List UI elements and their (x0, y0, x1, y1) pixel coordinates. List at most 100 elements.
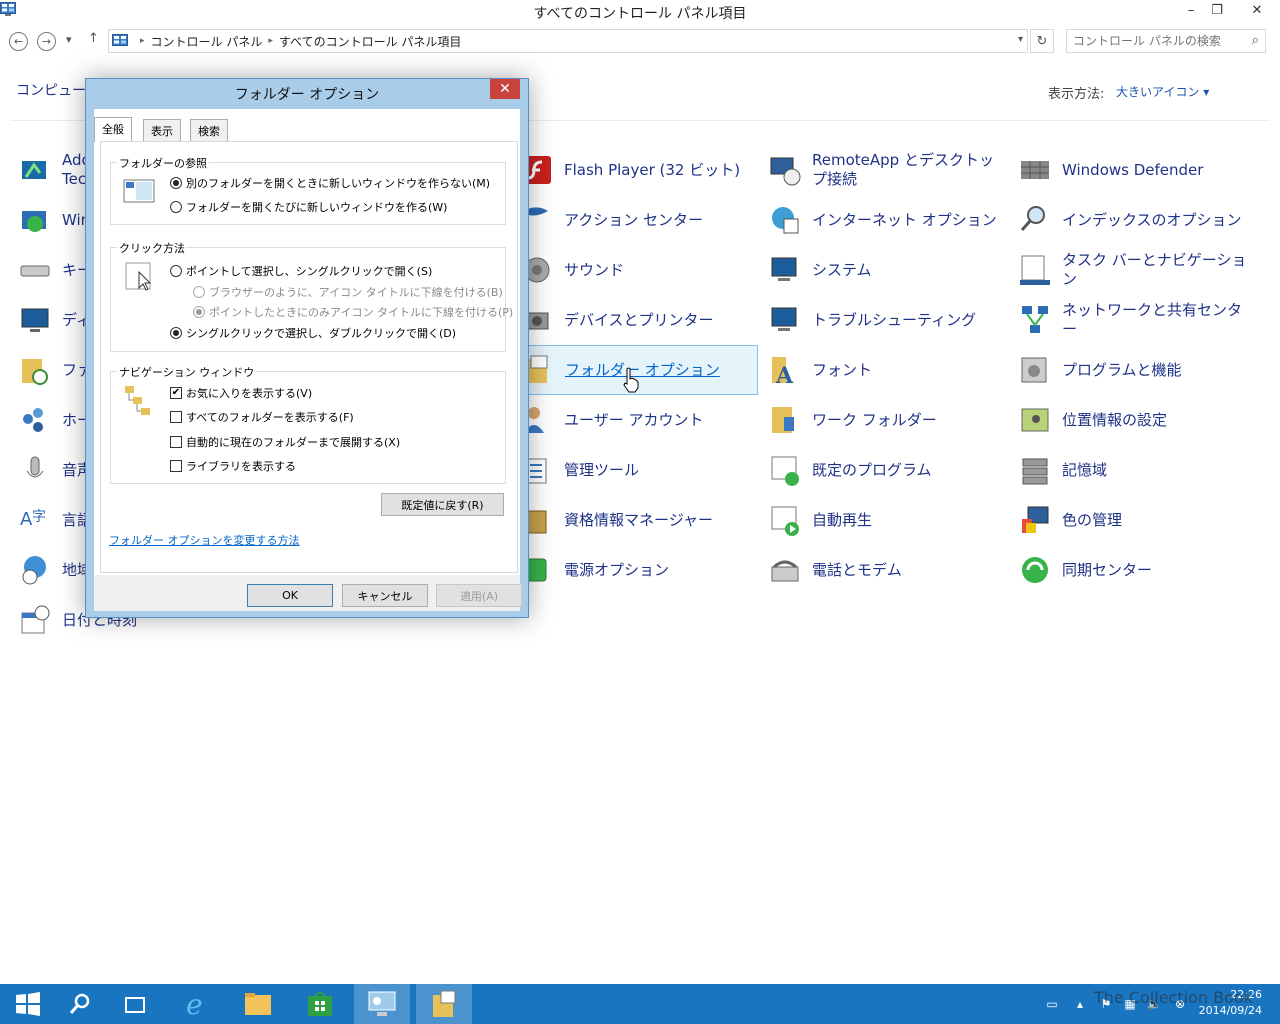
task-view-button[interactable] (108, 984, 164, 1024)
dialog-close-button[interactable]: ✕ (490, 79, 520, 99)
restore-button[interactable]: ❐ (1202, 0, 1232, 20)
tab-search[interactable]: 検索 (190, 119, 228, 141)
tab-view[interactable]: 表示 (143, 119, 181, 141)
ie-taskbar-button[interactable]: e (168, 984, 224, 1024)
address-bar[interactable]: ▸ コントロール パネル ▸ すべてのコントロール パネル項目 ▾ (108, 29, 1028, 53)
cp-item-action-center[interactable]: アクション センター (520, 196, 756, 244)
radio-underline-always: ブラウザーのように、アイコン タイトルに下線を付ける(B) (193, 284, 503, 300)
cp-item-admin-tools[interactable]: 管理ツール (520, 446, 756, 494)
tab-general[interactable]: 全般 (94, 117, 132, 142)
cp-item-user-accounts[interactable]: ユーザー アカウント (520, 396, 756, 444)
troubleshoot-icon (771, 307, 797, 331)
search-input[interactable] (1073, 31, 1243, 51)
cp-item-sync-center[interactable]: 同期センター (1018, 546, 1254, 594)
address-dropdown-icon[interactable]: ▾ (1018, 34, 1023, 45)
view-by-dropdown[interactable]: 大きいアイコン ▾ (1116, 83, 1209, 100)
show-hidden-icons-button[interactable]: ▴ (1072, 996, 1088, 1012)
checkbox-show-favorites[interactable]: ✔ お気に入りを表示する(V) (170, 385, 312, 401)
checkbox-indicator[interactable]: ✔ (170, 387, 182, 399)
cp-item-region[interactable]: 地域 (18, 546, 92, 594)
dialog-title: フォルダー オプション (234, 87, 380, 103)
cp-item-display[interactable]: ディ (18, 296, 91, 344)
cp-item-windows-update[interactable]: Win (18, 196, 90, 244)
checkbox-indicator[interactable] (170, 411, 182, 423)
file-explorer-taskbar-button[interactable] (230, 984, 286, 1024)
radio-indicator[interactable] (170, 177, 182, 189)
cp-item-programs-features[interactable]: プログラムと機能 (1018, 346, 1254, 394)
cp-item-troubleshooting[interactable]: トラブルシューティング (768, 296, 1004, 344)
checkbox-auto-expand[interactable]: 自動的に現在のフォルダーまで展開する(X) (170, 434, 400, 450)
cp-item-system[interactable]: システム (768, 246, 1004, 294)
store-icon (308, 992, 332, 1016)
programs-icon (1021, 357, 1047, 383)
forward-button[interactable]: → (37, 32, 56, 51)
cp-item-speech[interactable]: 音声 (18, 446, 92, 494)
checkbox-indicator[interactable] (170, 436, 182, 448)
radio-single-click[interactable]: ポイントして選択し、シングルクリックで開く(S) (170, 263, 432, 279)
cp-item-remoteapp[interactable]: RemoteApp とデスクトップ接続 (768, 146, 1004, 194)
cp-item-flash-player[interactable]: Flash Player (32 ビット) (520, 146, 756, 194)
cp-item-keyboard[interactable]: キー (18, 246, 92, 294)
cp-item-credential-manager[interactable]: 資格情報マネージャー (520, 496, 756, 544)
cp-item-windows-defender[interactable]: Windows Defender (1018, 146, 1254, 194)
option-label: ブラウザーのように、アイコン タイトルに下線を付ける(B) (209, 286, 503, 299)
font-icon: A (772, 357, 794, 387)
search-icon[interactable]: ⌕ (1252, 33, 1259, 48)
cp-item-color-management[interactable]: 色の管理 (1018, 496, 1254, 544)
cp-item-sound[interactable]: サウンド (520, 246, 756, 294)
cp-item-network-sharing[interactable]: ネットワークと共有センター (1018, 296, 1254, 344)
refresh-button[interactable]: ↻ (1030, 29, 1054, 53)
folder-options-taskbar-button[interactable] (416, 984, 472, 1024)
keyboard-icon (20, 265, 50, 277)
radio-indicator[interactable] (170, 327, 182, 339)
recent-locations-button[interactable]: ▾ (66, 33, 72, 46)
up-button[interactable]: ↑ (88, 31, 99, 46)
cp-item-taskbar-navigation[interactable]: タスク バーとナビゲーション (1018, 246, 1254, 294)
radio-same-window[interactable]: 別のフォルダーを開くときに新しいウィンドウを作らない(M) (170, 175, 490, 191)
close-window-button[interactable]: ✕ (1240, 0, 1274, 20)
breadcrumb-control-panel[interactable]: コントロール パネル (151, 33, 263, 50)
cp-item-work-folders[interactable]: ワーク フォルダー (768, 396, 1004, 444)
cp-item-storage-spaces[interactable]: 記憶域 (1018, 446, 1254, 494)
cp-item-power-options[interactable]: 電源オプション (520, 546, 756, 594)
display-icon (21, 308, 49, 332)
radio-indicator[interactable] (170, 201, 182, 213)
cp-item-fonts[interactable]: A フォント (768, 346, 1004, 394)
cp-item-phone-modem[interactable]: 電話とモデム (768, 546, 1004, 594)
cp-item-label: ユーザー アカウント (564, 410, 704, 429)
cp-item-location-settings[interactable]: 位置情報の設定 (1018, 396, 1254, 444)
cp-item-indexing-options[interactable]: インデックスのオプション (1018, 196, 1254, 244)
cp-item-default-programs[interactable]: 既定のプログラム (768, 446, 1004, 494)
breadcrumb-all-items[interactable]: すべてのコントロール パネル項目 (279, 33, 462, 50)
cp-item-language[interactable]: A字 言語 (18, 496, 92, 544)
back-button[interactable]: ← (9, 32, 28, 51)
cp-item-devices-printers[interactable]: デバイスとプリンター (520, 296, 756, 344)
keyboard-tray-icon[interactable]: ▭ (1044, 996, 1060, 1012)
group-title: フォルダーの参照 (117, 155, 209, 171)
cp-item-autoplay[interactable]: 自動再生 (768, 496, 1004, 544)
checkbox-show-libraries[interactable]: ライブラリを表示する (170, 458, 296, 474)
radio-double-click[interactable]: シングルクリックで選択し、ダブルクリックで開く(D) (170, 325, 456, 341)
globe-clock-icon (22, 556, 46, 585)
cp-item-internet-options[interactable]: インターネット オプション (768, 196, 1004, 244)
cp-item-label: 記憶域 (1062, 460, 1108, 479)
search-box[interactable]: ⌕ (1066, 29, 1266, 53)
control-panel-taskbar-button[interactable] (354, 984, 410, 1024)
search-taskbar-button[interactable] (52, 984, 108, 1024)
radio-new-window[interactable]: フォルダーを開くたびに新しいウィンドウを作る(W) (170, 199, 447, 215)
radio-indicator[interactable] (170, 265, 182, 277)
checkbox-show-all-folders[interactable]: すべてのフォルダーを表示する(F) (170, 409, 354, 425)
checkbox-indicator[interactable] (170, 460, 182, 472)
cp-item-adobe[interactable]: Ado Tec (18, 146, 91, 194)
restore-defaults-button[interactable]: 既定値に戻す(R) (381, 493, 504, 516)
help-link[interactable]: フォルダー オプションを変更する方法 (109, 532, 300, 548)
store-taskbar-button[interactable] (292, 984, 348, 1024)
ok-button[interactable]: OK (247, 584, 333, 607)
group-navigation-pane: ナビゲーション ウィンドウ ✔ お気に入りを表示する(V) すべてのフォルダーを… (110, 364, 506, 484)
language-icon: A字 (20, 509, 46, 530)
start-button[interactable] (0, 984, 56, 1024)
cp-item-homegroup[interactable]: ホー (18, 396, 92, 444)
navigation-tree-icon (125, 386, 150, 415)
cp-item-file-history[interactable]: ファ (18, 346, 92, 394)
cancel-button[interactable]: キャンセル (342, 584, 428, 607)
